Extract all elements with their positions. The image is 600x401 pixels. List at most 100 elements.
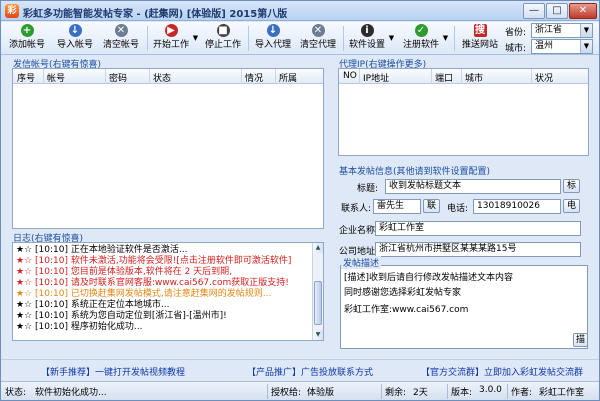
contact-insert-button[interactable]: 联: [423, 199, 440, 213]
import-proxy-button[interactable]: ↓ 导入代理: [252, 23, 294, 54]
column-header[interactable]: NO: [343, 71, 357, 81]
main-window: 彩 彩虹多功能智能发帖专家 - (赶集网) [体验版] 2015第八版 — □ …: [0, 0, 600, 401]
push-site-button[interactable]: 搜 推送网站: [459, 23, 501, 54]
add-account-label: 添加帐号: [8, 40, 45, 50]
import-icon: ↓: [68, 24, 82, 37]
column-header[interactable]: 情况: [245, 71, 263, 84]
description-line: 彩虹工作室:www.cai567.com: [344, 305, 469, 315]
log-text: 系统为您自动定位到[浙江省]-[温州市]!: [70, 311, 227, 321]
clear-icon: ✕: [114, 24, 128, 37]
log-text: 请及时联系官网客服:www.cai567.com获取正版支持!: [70, 278, 289, 288]
description-line: 同时感谢您选择彩虹发帖专家: [344, 288, 462, 298]
column-header[interactable]: 帐号: [47, 71, 65, 84]
log-time: [10:10]: [35, 322, 68, 332]
register-button[interactable]: ✓ 注册软件: [401, 23, 441, 54]
close-button[interactable]: ✕: [569, 3, 597, 19]
column-header[interactable]: 端口: [435, 71, 453, 84]
toolbar-divider: [343, 26, 344, 51]
import-account-button[interactable]: ↓ 导入帐号: [53, 23, 97, 54]
clear-proxy-label: 清空代理: [299, 40, 336, 50]
start-work-button[interactable]: ▶ 开始工作: [151, 23, 191, 54]
star-icon: ★☆: [16, 278, 33, 288]
log-line: ★☆ [10:10] 已切换赶集网发帖模式,请注意赶集网的发帖规则...: [16, 289, 271, 300]
toolbar-divider: [147, 26, 148, 51]
settings-label: 软件设置: [348, 40, 385, 50]
version-value: 3.0.0: [479, 385, 502, 395]
column-divider: [431, 69, 432, 84]
column-header[interactable]: 状态: [153, 71, 171, 84]
phone-input[interactable]: 13018910026: [473, 199, 561, 214]
log-line: ★☆ [10:10] 程序初始化成功...: [16, 322, 142, 333]
author-value: 彩虹工作室: [539, 388, 585, 398]
accounts-table[interactable]: 序号 帐号 密码 状态 情况 所属: [12, 68, 324, 229]
province-select[interactable]: 浙江省 ▼: [531, 23, 593, 38]
proxy-table[interactable]: NO IP地址 端口 城市 状况: [338, 68, 589, 156]
company-label: 企业名称:: [339, 226, 379, 236]
stop-work-button[interactable]: ■ 停止工作: [202, 23, 244, 54]
log-text: 您目前是体验版本,软件将在 2 天后到期,: [70, 267, 233, 277]
status-divider: [507, 384, 508, 399]
settings-dropdown[interactable]: ▼: [387, 23, 396, 54]
add-account-button[interactable]: + 添加帐号: [5, 23, 49, 54]
log-time: [10:10]: [35, 245, 68, 255]
status-bar: 状态: 软件初始化成功... 授权给: 体验版 剩余: 2天 版本: 3.0.0…: [1, 381, 599, 400]
join-group-link[interactable]: 【官方交流群】立即加入彩虹发帖交流群: [421, 365, 583, 378]
clear-proxy-button[interactable]: ✕ 清空代理: [297, 23, 339, 54]
star-icon: ★☆: [16, 245, 33, 255]
column-header[interactable]: IP地址: [363, 71, 389, 84]
column-divider: [275, 69, 276, 84]
ad-contact-link[interactable]: 【产品推广】广告投放联系方式: [247, 365, 373, 378]
column-header[interactable]: 城市: [465, 71, 483, 84]
log-text: 程序初始化成功...: [70, 322, 143, 332]
subject-insert-button[interactable]: 标: [563, 179, 580, 193]
scrollbar-thumb[interactable]: [314, 281, 322, 325]
maximize-button[interactable]: □: [546, 3, 568, 19]
star-icon: ★☆: [16, 256, 33, 266]
start-work-dropdown[interactable]: ▼: [191, 23, 200, 54]
log-time: [10:10]: [35, 278, 68, 288]
column-header[interactable]: 序号: [17, 71, 35, 84]
title-bar[interactable]: 彩 彩虹多功能智能发帖专家 - (赶集网) [体验版] 2015第八版 — □ …: [1, 1, 599, 21]
province-value: 浙江省: [535, 25, 563, 35]
address-input[interactable]: 浙江省杭州市拱墅区某某某路15号: [375, 242, 581, 257]
toolbar-divider: [248, 26, 249, 51]
column-divider: [105, 69, 106, 84]
remaining-label: 剩余:: [385, 388, 407, 398]
chevron-down-icon: ▼: [580, 40, 592, 53]
contact-label: 联系人:: [341, 204, 372, 214]
star-icon: ★☆: [16, 300, 33, 310]
start-work-label: 开始工作: [152, 40, 189, 50]
settings-button[interactable]: i 软件设置: [347, 23, 387, 54]
status-divider: [381, 384, 382, 399]
minimize-button[interactable]: —: [523, 3, 545, 19]
license-value: 体验版: [307, 388, 335, 398]
star-icon: ★☆: [16, 267, 33, 277]
column-header[interactable]: 状况: [535, 71, 553, 84]
promo-links-bar: 【新手推荐】一键打开发帖视频教程 【产品推广】广告投放联系方式 【官方交流群】立…: [1, 359, 599, 381]
contact-input[interactable]: 雷先生: [373, 199, 421, 214]
scroll-up-arrow-icon[interactable]: ▲: [313, 243, 323, 253]
register-dropdown[interactable]: ▼: [441, 23, 450, 54]
description-textarea[interactable]: [描述]收到后请自行修改发帖描述文本内容 同时感谢您选择彩虹发帖专家 彩虹工作室…: [340, 265, 588, 349]
subject-input[interactable]: 收到发帖标题文本: [385, 179, 561, 194]
log-line: ★☆ [10:10] 请及时联系官网客服:www.cai567.com获取正版支…: [16, 278, 289, 289]
column-header[interactable]: 所属: [279, 71, 297, 84]
video-tutorial-link[interactable]: 【新手推荐】一键打开发帖视频教程: [41, 365, 185, 378]
phone-insert-button[interactable]: 电: [563, 199, 580, 213]
company-input[interactable]: 彩虹工作室: [375, 221, 581, 236]
phone-label: 电话:: [447, 204, 469, 214]
description-label: 发帖描述: [341, 256, 382, 269]
column-header[interactable]: 密码: [109, 71, 127, 84]
log-text: 系统正在定位本地城市...: [70, 300, 170, 310]
stop-icon: ■: [216, 24, 230, 37]
version-label: 版本:: [451, 388, 473, 398]
register-icon: ✓: [414, 24, 428, 37]
push-site-icon: 搜: [473, 24, 487, 37]
scroll-down-arrow-icon[interactable]: ▼: [313, 330, 323, 340]
log-list[interactable]: ★☆ [10:10] 正在本地验证软件是否激活... ★☆ [10:10] 软件…: [12, 242, 324, 341]
clear-account-button[interactable]: ✕ 清空帐号: [99, 23, 143, 54]
subject-label: 标题:: [357, 184, 379, 194]
description-insert-button[interactable]: 描: [573, 333, 588, 347]
log-scrollbar[interactable]: ▲ ▼: [312, 243, 323, 340]
city-select[interactable]: 温州 ▼: [531, 39, 593, 54]
